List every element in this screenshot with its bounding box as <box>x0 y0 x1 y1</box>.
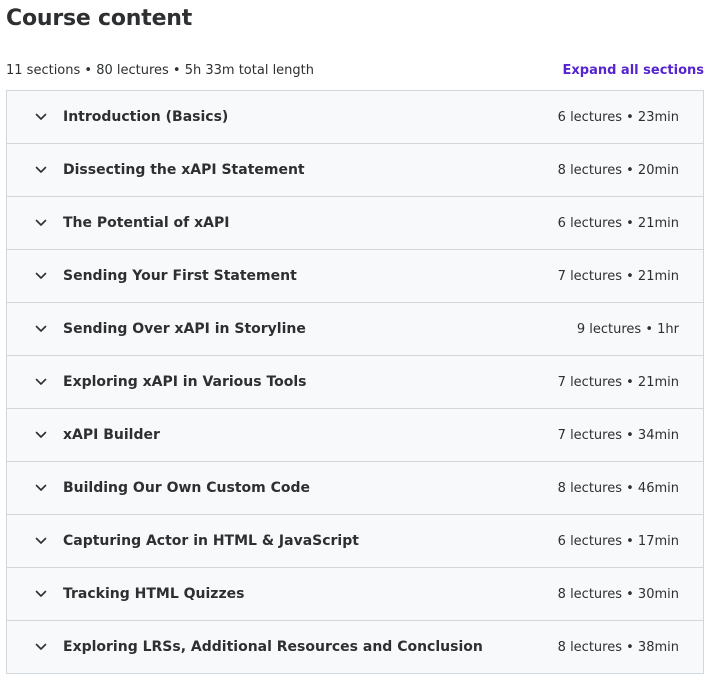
section-meta: 6 lectures • 17min <box>557 533 679 549</box>
section-row[interactable]: Tracking HTML Quizzes 8 lectures • 30min <box>7 568 703 621</box>
section-title: Dissecting the xAPI Statement <box>63 162 305 178</box>
section-title: Building Our Own Custom Code <box>63 480 310 496</box>
chevron-down-icon[interactable] <box>35 164 47 176</box>
section-title: xAPI Builder <box>63 427 160 443</box>
section-title: The Potential of xAPI <box>63 215 230 231</box>
chevron-down-icon[interactable] <box>35 482 47 494</box>
chevron-down-icon[interactable] <box>35 429 47 441</box>
expand-all-sections-button[interactable]: Expand all sections <box>563 63 705 78</box>
section-row[interactable]: Introduction (Basics) 6 lectures • 23min <box>7 91 703 144</box>
chevron-down-icon[interactable] <box>35 376 47 388</box>
chevron-down-icon[interactable] <box>35 588 47 600</box>
section-meta: 8 lectures • 20min <box>557 162 679 178</box>
section-title: Introduction (Basics) <box>63 109 229 125</box>
page-title: Course content <box>6 6 193 31</box>
section-row[interactable]: Dissecting the xAPI Statement 8 lectures … <box>7 144 703 197</box>
chevron-down-icon[interactable] <box>35 535 47 547</box>
section-title: Tracking HTML Quizzes <box>63 586 245 602</box>
section-title: Sending Over xAPI in Storyline <box>63 321 306 337</box>
section-list: Introduction (Basics) 6 lectures • 23min D… <box>6 90 704 674</box>
section-meta: 7 lectures • 21min <box>557 268 679 284</box>
section-meta: 8 lectures • 30min <box>557 586 679 602</box>
section-row[interactable]: Exploring xAPI in Various Tools 7 lecture… <box>7 356 703 409</box>
section-row[interactable]: The Potential of xAPI 6 lectures • 21min <box>7 197 703 250</box>
section-title: Sending Your First Statement <box>63 268 297 284</box>
section-meta: 6 lectures • 23min <box>557 109 679 125</box>
section-meta: 8 lectures • 46min <box>557 480 679 496</box>
section-meta: 7 lectures • 21min <box>557 374 679 390</box>
chevron-down-icon[interactable] <box>35 217 47 229</box>
section-title: Capturing Actor in HTML & JavaScript <box>63 533 359 549</box>
section-meta: 8 lectures • 38min <box>557 639 679 655</box>
course-content-panel: Course content 11 sections • 80 lectures… <box>0 0 705 674</box>
section-row[interactable]: Exploring LRSs, Additional Resources and… <box>7 621 703 673</box>
section-meta: 6 lectures • 21min <box>557 215 679 231</box>
section-row[interactable]: Capturing Actor in HTML & JavaScript 6 le… <box>7 515 703 568</box>
chevron-down-icon[interactable] <box>35 641 47 653</box>
chevron-down-icon[interactable] <box>35 111 47 123</box>
section-row[interactable]: Building Our Own Custom Code 8 lectures •… <box>7 462 703 515</box>
course-summary-text: 11 sections • 80 lectures • 5h 33m total… <box>6 62 315 78</box>
section-title: Exploring xAPI in Various Tools <box>63 374 307 390</box>
chevron-down-icon[interactable] <box>35 323 47 335</box>
section-meta: 9 lectures • 1hr <box>576 321 679 337</box>
section-row[interactable]: xAPI Builder 7 lectures • 34min <box>7 409 703 462</box>
course-summary-bar: 11 sections • 80 lectures • 5h 33m total… <box>6 58 705 82</box>
section-row[interactable]: Sending Your First Statement 7 lectures •… <box>7 250 703 303</box>
section-row[interactable]: Sending Over xAPI in Storyline 9 lectures… <box>7 303 703 356</box>
section-meta: 7 lectures • 34min <box>557 427 679 443</box>
chevron-down-icon[interactable] <box>35 270 47 282</box>
section-title: Exploring LRSs, Additional Resources and… <box>63 639 483 655</box>
